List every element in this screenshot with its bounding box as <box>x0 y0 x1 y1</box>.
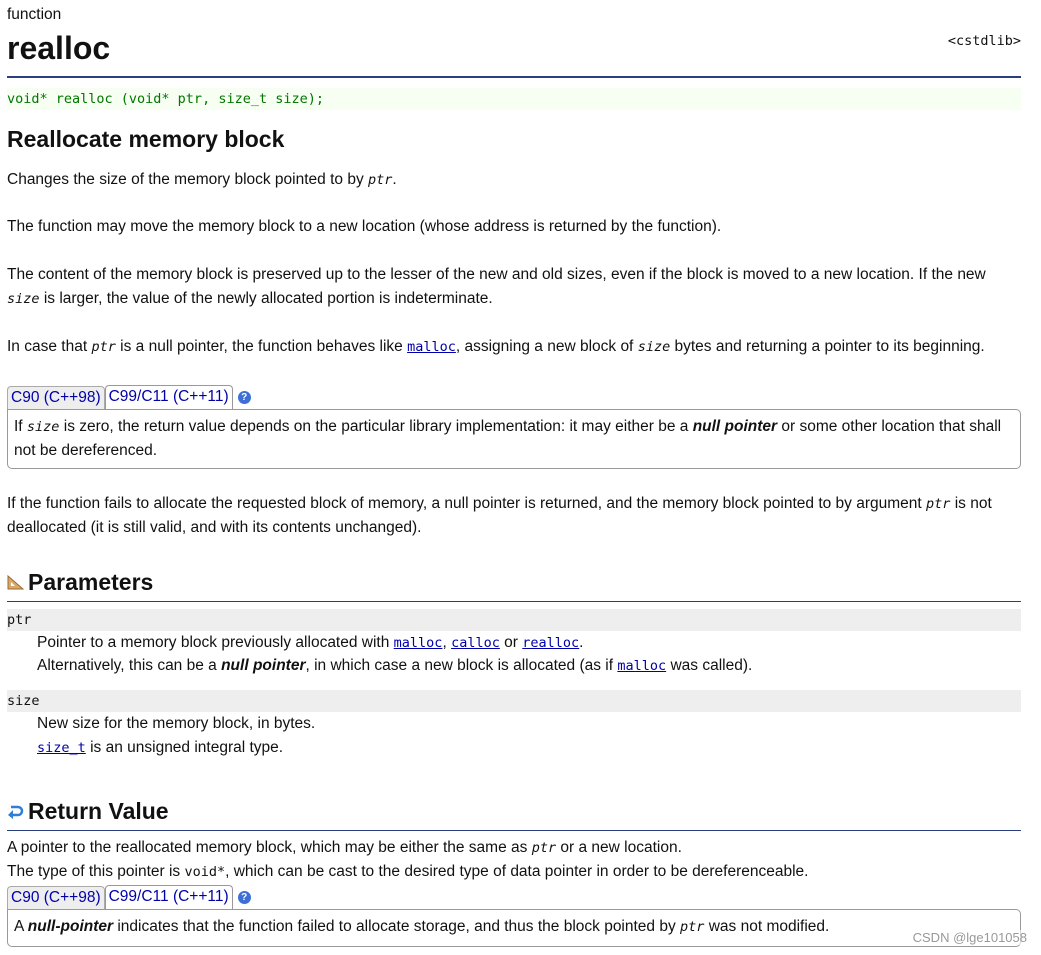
size-t-link[interactable]: size_t <box>37 740 86 756</box>
version-content: If size is zero, the return value depend… <box>7 409 1021 469</box>
kind-label: function <box>7 6 62 23</box>
title-rule <box>7 76 1021 78</box>
section-rule <box>7 830 1021 831</box>
malloc-link[interactable]: malloc <box>394 635 443 651</box>
paragraph: The function may move the memory block t… <box>7 218 722 235</box>
watermark: CSDN @lge101058 <box>912 930 1027 945</box>
param-name-size: size <box>7 690 1021 712</box>
parameters-heading: Parameters <box>7 569 1021 596</box>
param-desc: Alternatively, this can be a null pointe… <box>37 657 753 674</box>
page-title: realloc <box>7 30 111 66</box>
paragraph: The content of the memory block is prese… <box>7 266 986 307</box>
param-desc: Pointer to a memory block previously all… <box>37 634 584 651</box>
tab-c90[interactable]: C90 (C++98) <box>7 886 105 909</box>
ruler-triangle-icon <box>7 575 24 590</box>
return-heading: Return Value <box>7 798 1021 825</box>
header-file: <cstdlib> <box>947 33 1021 49</box>
tab-c90[interactable]: C90 (C++98) <box>7 386 105 409</box>
version-tabs: C90 (C++98) C99/C11 (C++11)? <box>7 385 251 409</box>
param-name-ptr: ptr <box>7 609 1021 631</box>
realloc-link[interactable]: realloc <box>522 635 579 651</box>
paragraph: Changes the size of the memory block poi… <box>7 171 397 188</box>
param-desc: New size for the memory block, in bytes. <box>37 715 316 732</box>
paragraph: The type of this pointer is void*, which… <box>7 863 809 880</box>
prototype: void* realloc (void* ptr, size_t size); <box>7 88 1021 110</box>
return-arrow-icon <box>8 805 24 819</box>
help-icon[interactable]: ? <box>237 891 251 904</box>
paragraph: In case that ptr is a null pointer, the … <box>7 338 985 355</box>
help-icon[interactable]: ? <box>237 391 251 404</box>
version-content: A null-pointer indicates that the functi… <box>7 909 1021 947</box>
param-desc: size_t is an unsigned integral type. <box>37 739 284 756</box>
malloc-link[interactable]: malloc <box>617 658 666 674</box>
version-tabs: C90 (C++98) C99/C11 (C++11)? <box>7 885 251 909</box>
paragraph: If the function fails to allocate the re… <box>7 495 992 536</box>
tab-c99[interactable]: C99/C11 (C++11) <box>104 885 233 909</box>
section-rule <box>7 601 1021 602</box>
tab-c99[interactable]: C99/C11 (C++11) <box>104 385 233 409</box>
paragraph: A pointer to the reallocated memory bloc… <box>7 839 682 856</box>
malloc-link[interactable]: malloc <box>407 339 456 355</box>
section-heading: Reallocate memory block <box>7 126 285 152</box>
calloc-link[interactable]: calloc <box>451 635 500 651</box>
